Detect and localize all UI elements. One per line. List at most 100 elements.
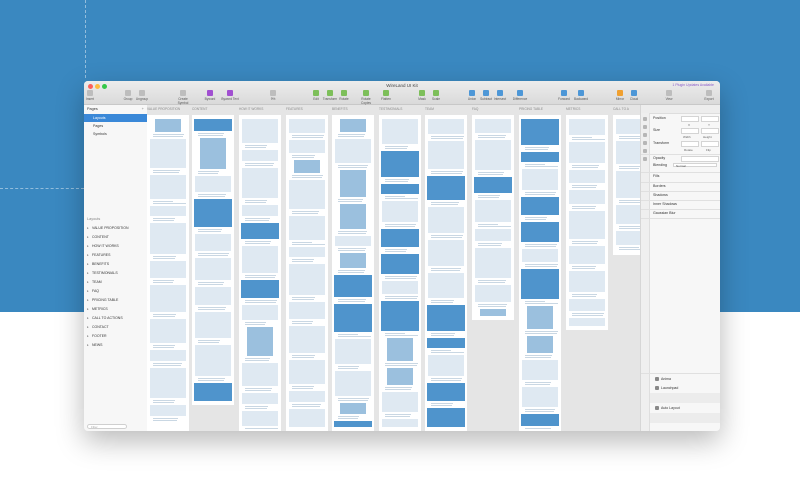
- wireframe-line: [431, 378, 462, 379]
- wireframe-line: [385, 363, 418, 364]
- add-page-icon[interactable]: +: [142, 106, 144, 111]
- artboard[interactable]: [379, 115, 421, 431]
- layer-item-metrics[interactable]: METRICS: [84, 305, 147, 314]
- canvas[interactable]: VALUE PROPOSITION CONTENT HOW IT WORKS FEAT…: [147, 105, 640, 431]
- wireframe-line: [338, 366, 359, 367]
- width-field[interactable]: [681, 128, 699, 134]
- artboard[interactable]: [286, 115, 328, 431]
- blur-label[interactable]: Gaussian Blur: [653, 211, 676, 215]
- page-item-layouts[interactable]: Layouts: [84, 114, 147, 122]
- layers-heading: Layouts: [87, 217, 101, 221]
- layer-item-benefits[interactable]: BENEFITS: [84, 260, 147, 269]
- toolbar-backward-button[interactable]: Backward: [571, 90, 591, 101]
- filter-input[interactable]: Filter: [87, 424, 127, 429]
- height-field[interactable]: [701, 128, 719, 134]
- wireframe-line: [245, 277, 275, 278]
- toolbar-byword-text-button[interactable]: Byword Text: [220, 90, 240, 101]
- layer-item-content[interactable]: CONTENT: [84, 233, 147, 242]
- plugin-icon[interactable]: [643, 125, 647, 129]
- wireframe-block: [616, 205, 640, 224]
- toolbar-intersect-button[interactable]: Intersect: [490, 90, 510, 101]
- wireframe-block: [569, 119, 605, 135]
- x-field[interactable]: [681, 116, 699, 122]
- layer-item-news[interactable]: NEWS: [84, 341, 147, 350]
- wireframe-line: [385, 387, 412, 388]
- toolbar-view-button[interactable]: View: [659, 90, 679, 101]
- y-field[interactable]: [701, 116, 719, 122]
- plugin-icon[interactable]: [643, 117, 647, 121]
- launchpad-controls[interactable]: [650, 393, 720, 403]
- wireframe-block: [387, 368, 413, 385]
- plugin-icon[interactable]: [643, 149, 647, 153]
- plugin-icon[interactable]: [643, 141, 647, 145]
- fills-label: Fills: [653, 174, 660, 178]
- plugin-update-notice[interactable]: 1 Plugin Updates Available: [672, 83, 714, 87]
- plugin-icon[interactable]: [643, 133, 647, 137]
- wireframe-line: [572, 241, 598, 242]
- artboard[interactable]: [613, 115, 640, 255]
- layer-item-contact[interactable]: CONTACT: [84, 323, 147, 332]
- layer-item-testimonials[interactable]: TESTIMONIALS: [84, 269, 147, 278]
- toolbar-byword-button[interactable]: Byword: [200, 90, 220, 101]
- auto-layout-controls[interactable]: [650, 413, 720, 423]
- guide-line-vertical: [85, 0, 86, 78]
- toolbar-rotate-button[interactable]: Rotate: [334, 90, 354, 101]
- page-item-pages[interactable]: Pages: [84, 122, 147, 130]
- wireframe-block: [569, 190, 605, 204]
- layer-item-pricing-table[interactable]: PRICING TABLE: [84, 296, 147, 305]
- artboard[interactable]: [239, 115, 281, 431]
- artboard[interactable]: [519, 115, 561, 431]
- artboard[interactable]: [425, 115, 467, 431]
- wireframe-line: [478, 195, 500, 196]
- wireframe-line: [525, 384, 550, 385]
- layer-item-features[interactable]: FEATURES: [84, 251, 147, 260]
- wireframe-block: [475, 229, 511, 241]
- toolbar-scale-button[interactable]: Scale: [426, 90, 446, 101]
- layer-item-value-proposition[interactable]: VALUE PROPOSITION: [84, 224, 147, 233]
- rotate-label: Rotate: [684, 148, 693, 152]
- artboard[interactable]: [192, 115, 234, 405]
- toolbar-cloud-button[interactable]: Cloud: [624, 90, 644, 101]
- forward-icon: [561, 90, 567, 96]
- layer-item-call-to-actions[interactable]: CALL TO ACTIONS: [84, 314, 147, 323]
- toolbar-difference-button[interactable]: Difference: [510, 90, 530, 101]
- toolbar-symbol-button[interactable]: Create Symbol: [173, 90, 193, 105]
- wireframe-line: [153, 402, 174, 403]
- plugin-auto-layout[interactable]: Auto Layout: [650, 404, 720, 412]
- artboard[interactable]: [147, 115, 189, 431]
- layer-item-how-it-works[interactable]: HOW IT WORKS: [84, 242, 147, 251]
- opacity-slider[interactable]: [681, 156, 719, 162]
- layer-item-faq[interactable]: FAQ: [84, 287, 147, 296]
- wireframe-block: [242, 205, 278, 216]
- toolbar-plus-button[interactable]: Insert: [84, 90, 100, 101]
- plugin-icon[interactable]: [643, 157, 647, 161]
- toolbar-flatten-button[interactable]: Flatten: [376, 90, 396, 101]
- artboard[interactable]: [472, 115, 514, 320]
- toolbar-export-button[interactable]: Export: [699, 90, 719, 101]
- artboard[interactable]: [566, 115, 608, 330]
- rotate-field[interactable]: [681, 141, 699, 147]
- blending-select[interactable]: Normal: [673, 163, 717, 168]
- wireframe-line: [525, 301, 545, 302]
- page-item-symbols[interactable]: Symbols: [84, 130, 147, 138]
- wireframe-line: [153, 172, 179, 173]
- alignment-tools[interactable]: [641, 105, 720, 114]
- plugin-launchpad[interactable]: Launchpad: [650, 384, 720, 392]
- wireframe-line: [385, 196, 405, 197]
- layer-item-footer[interactable]: FOOTER: [84, 332, 147, 341]
- toolbar-rotate-copies-button[interactable]: Rotate Copies: [356, 90, 376, 105]
- plugin-anima[interactable]: Anima: [650, 375, 720, 383]
- wireframe-block: [195, 258, 231, 280]
- wireframe-line: [292, 157, 314, 158]
- wireframe-block: [381, 151, 419, 177]
- wireframe-block: [382, 392, 418, 412]
- artboard[interactable]: [332, 115, 374, 431]
- toolbar-ungroup-button[interactable]: Ungroup: [132, 90, 152, 101]
- wireframe-line: [338, 418, 358, 419]
- wireframe-block: [569, 246, 605, 264]
- toolbar-zoom-button[interactable]: 9%: [263, 90, 283, 101]
- plugin-strip: [641, 113, 650, 431]
- layer-item-team[interactable]: TEAM: [84, 278, 147, 287]
- flip-control[interactable]: [701, 141, 719, 147]
- wireframe-line: [153, 201, 173, 202]
